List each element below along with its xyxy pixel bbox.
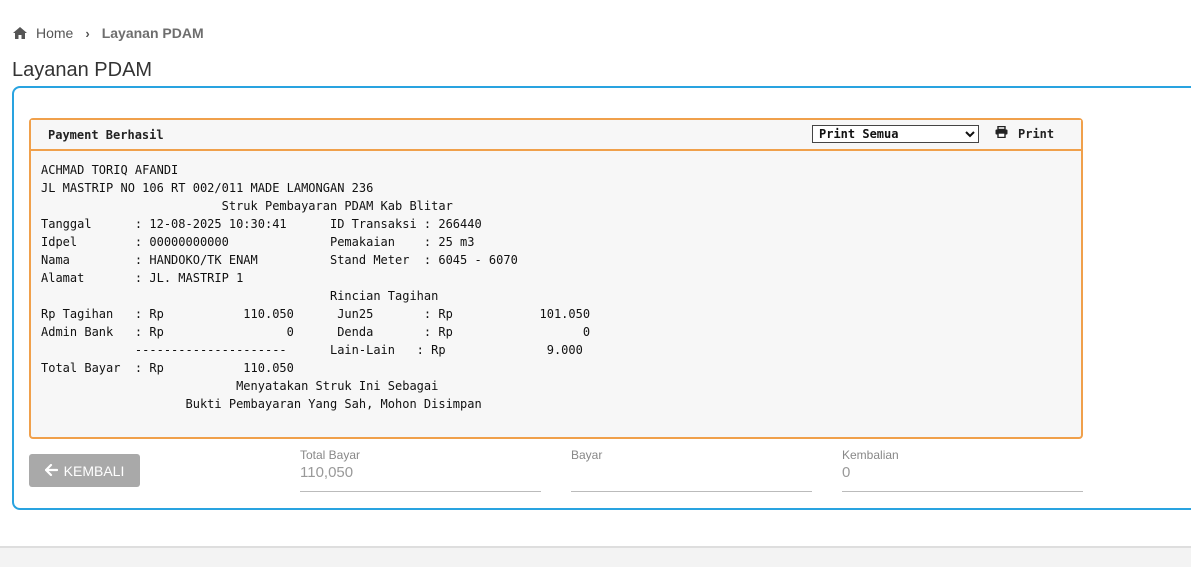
print-mode-select[interactable]: Print Semua xyxy=(812,125,979,143)
receipt-line: JL MASTRIP NO 106 RT 002/011 MADE LAMONG… xyxy=(41,181,374,195)
breadcrumb: Home › Layanan PDAM xyxy=(12,25,204,41)
kembalian-label: Kembalian xyxy=(842,448,899,462)
breadcrumb-current: Layanan PDAM xyxy=(101,25,204,41)
kembalian-field[interactable]: Kembalian 0 xyxy=(842,448,1083,492)
total-bayar-label: Total Bayar xyxy=(300,448,361,462)
total-bayar-field[interactable]: Total Bayar 110,050 xyxy=(300,448,541,492)
receipt-line: Rincian Tagihan xyxy=(41,289,439,303)
receipt-line: ACHMAD TORIQ AFANDI xyxy=(41,163,179,177)
receipt-header: Payment Berhasil Print Semua Print xyxy=(31,120,1081,151)
receipt-line: Total Bayar : Rp 110.050 xyxy=(41,361,294,375)
breadcrumb-home-link[interactable]: Home xyxy=(36,25,73,41)
receipt-line: --------------------- Lain-Lain : Rp 9.0… xyxy=(41,343,583,357)
receipt-line: Idpel : 00000000000 Pemakaian : 25 m3 xyxy=(41,235,475,249)
receipt-line: Menyatakan Struk Ini Sebagai xyxy=(41,379,439,393)
arrow-left-icon xyxy=(44,463,58,479)
print-label: Print xyxy=(1018,126,1055,141)
bayar-field[interactable]: Bayar xyxy=(571,448,812,492)
total-bayar-value: 110,050 xyxy=(300,464,354,481)
chevron-right-icon: › xyxy=(85,25,90,41)
page-title: Layanan PDAM xyxy=(12,59,153,81)
receipt-box: Payment Berhasil Print Semua Print ACHMA… xyxy=(29,118,1083,439)
receipt-line: Alamat : JL. MASTRIP 1 xyxy=(41,271,244,285)
receipt-line: Nama : HANDOKO/TK ENAM Stand Meter : 604… xyxy=(41,253,518,267)
bayar-label: Bayar xyxy=(571,448,603,462)
back-button[interactable]: KEMBALI xyxy=(29,454,140,487)
back-button-label: KEMBALI xyxy=(63,462,125,479)
receipt-text: ACHMAD TORIQ AFANDI JL MASTRIP NO 106 RT… xyxy=(31,151,1081,413)
footer-band xyxy=(0,546,1191,567)
receipt-line: Tanggal : 12-08-2025 10:30:41 ID Transak… xyxy=(41,217,482,231)
receipt-line: Bukti Pembayaran Yang Sah, Mohon Disimpa… xyxy=(41,397,482,411)
kembalian-value: 0 xyxy=(842,464,851,481)
receipt-line: Struk Pembayaran PDAM Kab Blitar xyxy=(41,199,453,213)
receipt-title: Payment Berhasil xyxy=(48,127,164,142)
receipt-line: Admin Bank : Rp 0 Denda : Rp 0 xyxy=(41,325,591,339)
print-button[interactable]: Print xyxy=(995,125,1055,141)
bayar-value[interactable] xyxy=(571,464,812,484)
receipt-line: Rp Tagihan : Rp 110.050 Jun25 : Rp 101.0… xyxy=(41,307,591,321)
home-icon[interactable] xyxy=(12,26,28,40)
printer-icon xyxy=(995,125,1008,141)
